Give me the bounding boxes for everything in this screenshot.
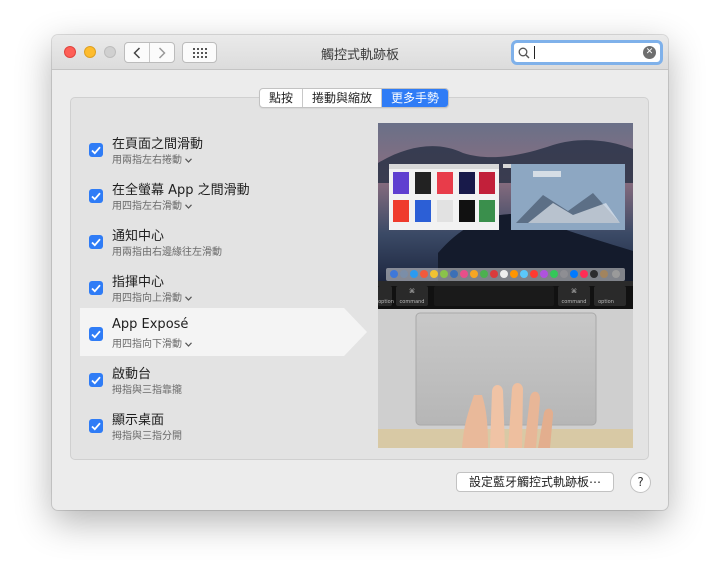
gesture-option-popup[interactable]: 用四指左右滑動 (112, 197, 192, 212)
gesture-title: 指揮中心 (112, 275, 165, 290)
chevron-down-icon (185, 203, 192, 209)
gesture-subtitle: 用兩指左右捲動 (112, 155, 182, 166)
touchbar-key-command-left: command (400, 299, 425, 305)
gesture-launchpad[interactable]: 啟動台 拇指與三指靠攏 (80, 355, 370, 401)
search-icon (518, 47, 530, 59)
checkbox-swipe-between-pages[interactable] (89, 143, 103, 157)
setup-bluetooth-trackpad-button[interactable]: 設定藍牙觸控式軌跡板⋯ (456, 472, 615, 492)
zoom-window-button[interactable] (104, 46, 116, 58)
gesture-option-popup[interactable]: 用兩指左右捲動 (112, 151, 192, 166)
gesture-swipe-between-fullscreen-apps[interactable]: 在全螢幕 App 之間滑動 用四指左右滑動 (80, 171, 370, 217)
gesture-option-popup[interactable]: 用四指向下滑動 (112, 335, 192, 350)
checkmark-icon (91, 284, 101, 293)
gesture-app-expose[interactable]: App Exposé 用四指向下滑動 (80, 308, 367, 356)
gesture-mission-control[interactable]: 指揮中心 用四指向上滑動 (80, 263, 370, 309)
gesture-subtitle: 用四指向下滑動 (112, 339, 182, 350)
tab-point-and-click[interactable]: 點按 (260, 89, 302, 107)
gesture-title: 在頁面之間滑動 (112, 137, 204, 152)
gesture-title: 通知中心 (112, 229, 165, 244)
gesture-subtitle: 用四指左右滑動 (112, 201, 182, 212)
close-window-button[interactable] (64, 46, 76, 58)
checkbox-swipe-between-fullscreen-apps[interactable] (89, 189, 103, 203)
tab-bar: 點按 捲動與縮放 更多手勢 (259, 88, 450, 108)
checkmark-icon (91, 192, 101, 201)
clear-search-icon[interactable]: ✕ (643, 46, 656, 59)
gesture-subtitle: 用四指向上滑動 (112, 293, 182, 304)
forward-button[interactable] (149, 43, 174, 62)
gesture-show-desktop[interactable]: 顯示桌面 拇指與三指分開 (80, 401, 370, 447)
gesture-title: 啟動台 (112, 367, 152, 382)
tab-scroll-and-zoom[interactable]: 捲動與縮放 (302, 89, 381, 107)
touchbar-symbol-left: ⌘ (409, 288, 415, 295)
gesture-preview: option ⌘ command ⌘ command option (378, 123, 633, 448)
title-bar: 觸控式軌跡板 ✕ (52, 35, 668, 70)
checkbox-notification-center[interactable] (89, 235, 103, 249)
touchbar-symbol-right: ⌘ (571, 288, 577, 295)
gesture-notification-center[interactable]: 通知中心 用兩指由右邊緣往左滑動 (80, 217, 370, 263)
checkbox-launchpad[interactable] (89, 373, 103, 387)
checkmark-icon (91, 330, 101, 339)
grid-icon (192, 47, 207, 58)
chevron-right-icon (158, 46, 166, 59)
touchbar-key-option-left: option (378, 299, 394, 305)
checkmark-icon (91, 146, 101, 155)
checkmark-icon (91, 376, 101, 385)
gesture-title: App Exposé (112, 317, 189, 332)
gesture-swipe-between-pages[interactable]: 在頁面之間滑動 用兩指左右捲動 (80, 125, 370, 171)
preview-illustration: option ⌘ command ⌘ command option (378, 123, 633, 448)
search-field[interactable]: ✕ (511, 40, 663, 65)
help-button[interactable]: ? (630, 472, 651, 493)
checkbox-mission-control[interactable] (89, 281, 103, 295)
show-all-button[interactable] (182, 42, 217, 63)
checkbox-show-desktop[interactable] (89, 419, 103, 433)
tab-more-gestures[interactable]: 更多手勢 (381, 89, 449, 107)
touchbar-key-option-right: option (598, 299, 614, 305)
text-caret (534, 46, 535, 59)
touchbar-key-command-right: command (562, 299, 587, 305)
gesture-subtitle: 拇指與三指分開 (112, 431, 182, 442)
gesture-option-popup[interactable]: 用四指向上滑動 (112, 289, 192, 304)
back-button[interactable] (125, 43, 149, 62)
window-title: 觸控式軌跡板 (320, 48, 399, 63)
navigation-buttons (124, 42, 175, 63)
minimize-window-button[interactable] (84, 46, 96, 58)
gesture-title: 顯示桌面 (112, 413, 165, 428)
gesture-subtitle: 拇指與三指靠攏 (112, 385, 182, 396)
gesture-subtitle: 用兩指由右邊緣往左滑動 (112, 247, 222, 258)
preferences-window: 觸控式軌跡板 ✕ 點按 捲動與縮放 更多手勢 在頁面之間滑動 用兩指左右捲動 在… (52, 35, 668, 510)
checkbox-app-expose[interactable] (89, 327, 103, 341)
chevron-down-icon (185, 295, 192, 301)
chevron-left-icon (133, 46, 141, 59)
checkmark-icon (91, 238, 101, 247)
chevron-down-icon (185, 341, 192, 347)
chevron-down-icon (185, 157, 192, 163)
gesture-title: 在全螢幕 App 之間滑動 (112, 183, 250, 198)
checkmark-icon (91, 422, 101, 431)
